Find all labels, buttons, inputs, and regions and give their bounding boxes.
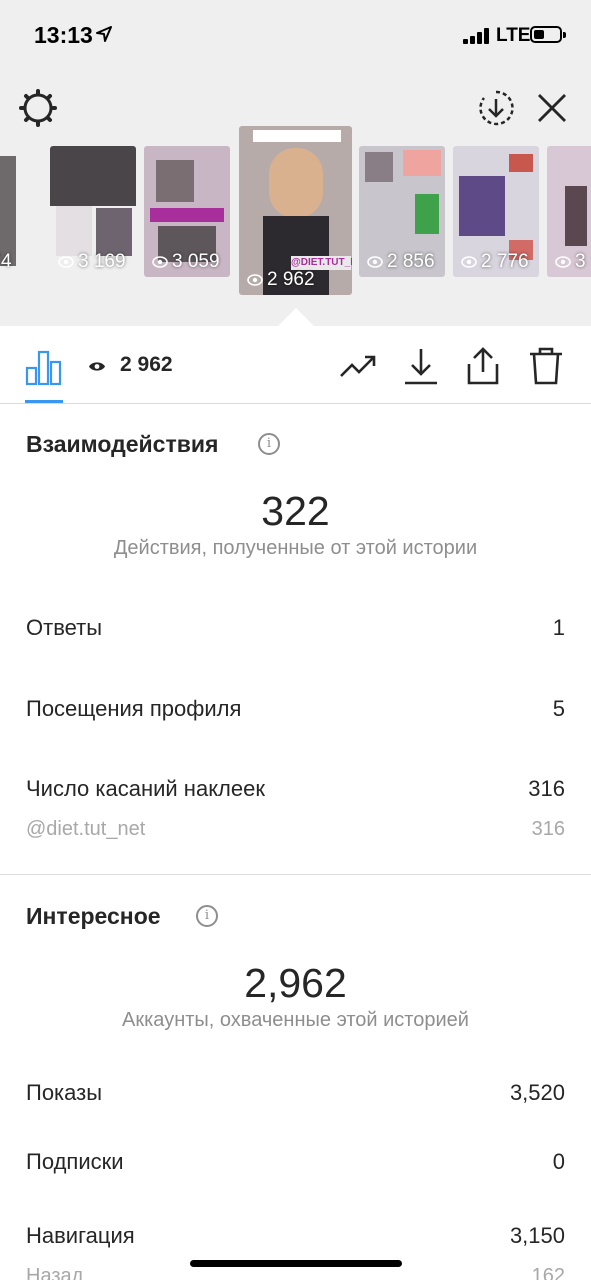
home-indicator[interactable]	[190, 1260, 402, 1267]
discovery-caption: Аккаунты, охваченные этой историей	[122, 1009, 469, 1031]
thumbnail-views: 2 856	[367, 251, 435, 273]
eye-icon	[555, 256, 571, 268]
story-thumbnail[interactable]: 3	[547, 146, 591, 277]
interactions-title: Взаимодействия	[26, 431, 219, 457]
metric-label: Посещения профиля	[26, 696, 242, 721]
battery-icon	[530, 26, 566, 43]
status-bar: 13:13 LTE	[0, 0, 591, 72]
metric-value: 3,150	[509, 1223, 565, 1248]
discovery-title: Интересное	[26, 903, 161, 929]
interactions-caption: Действия, полученные от этой истории	[113, 537, 478, 559]
story-thumbnail-active[interactable]: @DIET.TUT_NET 2 962	[239, 126, 352, 295]
metric-value: 316	[531, 818, 565, 840]
section-divider	[0, 874, 591, 875]
insights-bars-icon[interactable]	[25, 348, 63, 386]
story-header-area: 13:13 LTE 2 274	[0, 0, 591, 326]
metric-value: 1	[552, 615, 565, 640]
download-icon[interactable]	[402, 346, 440, 386]
metric-value: 316	[528, 776, 565, 801]
metric-value: 5	[552, 696, 565, 721]
story-thumbnails: 2 274 3 169 3 059 @DIET.T	[0, 126, 591, 301]
metric-label: @diet.tut_net	[26, 818, 146, 840]
metric-value: 0	[552, 1149, 565, 1174]
eye-icon	[367, 256, 383, 268]
story-thumbnail[interactable]: 3 169	[50, 146, 136, 277]
eye-icon	[58, 256, 74, 268]
metric-label: Назад	[26, 1265, 84, 1280]
views-count: 2 962	[120, 353, 173, 376]
close-icon[interactable]	[534, 90, 570, 126]
metric-label: Показы	[26, 1080, 103, 1105]
delete-trash-icon[interactable]	[528, 346, 564, 386]
share-icon[interactable]	[465, 346, 501, 386]
interactions-info-icon[interactable]: i	[258, 433, 280, 455]
story-thumbnail[interactable]: 2 274	[0, 146, 42, 277]
thumbnail-views: 2 962	[247, 269, 315, 291]
metric-row-sticker-mention: @diet.tut_net 316	[26, 818, 565, 848]
metric-label: Ответы	[26, 615, 103, 640]
promote-trend-icon[interactable]	[338, 346, 378, 386]
network-label: LTE	[496, 25, 531, 46]
metric-label: Подписки	[26, 1149, 124, 1174]
sticker-mention: @DIET.TUT_NET	[291, 256, 352, 270]
settings-gear-icon[interactable]	[18, 88, 58, 128]
story-thumbnail[interactable]: 2 776	[453, 146, 539, 277]
signal-icon	[463, 28, 491, 44]
metric-row-navigation: Навигация 3,150	[26, 1223, 565, 1253]
thumbnail-views: 3	[555, 251, 586, 273]
interactions-total: 322	[261, 488, 330, 534]
metric-value: 3,520	[509, 1080, 565, 1105]
metric-row-profile-visits: Посещения профиля 5	[26, 696, 565, 726]
metric-value: 162	[531, 1265, 565, 1280]
eye-icon	[247, 274, 263, 286]
eye-icon	[461, 256, 477, 268]
story-thumbnail[interactable]: 3 059	[144, 146, 230, 277]
story-thumbnail[interactable]: 2 856	[359, 146, 445, 277]
active-tab-indicator	[25, 400, 63, 403]
metric-row-impressions: Показы 3,520	[26, 1080, 565, 1110]
status-time: 13:13	[34, 22, 93, 48]
thumbnail-views: 2 776	[461, 251, 529, 273]
thumbnail-views: 3 169	[58, 251, 126, 273]
metric-label: Навигация	[26, 1223, 135, 1248]
location-arrow-icon	[96, 26, 112, 42]
metric-row-follows: Подписки 0	[26, 1149, 565, 1179]
thumbnail-views: 2 274	[0, 251, 12, 272]
discovery-total: 2,962	[244, 960, 347, 1006]
eye-icon	[89, 362, 105, 371]
thumbnail-views: 3 059	[152, 251, 220, 273]
metric-label: Число касаний наклеек	[26, 776, 265, 801]
eye-icon	[152, 256, 168, 268]
discovery-info-icon[interactable]: i	[196, 905, 218, 927]
active-thumbnail-pointer	[276, 308, 316, 328]
metric-row-back: Назад 162	[26, 1265, 565, 1280]
story-toolbar: 2 962	[0, 326, 591, 404]
metric-row-replies: Ответы 1	[26, 615, 565, 645]
save-to-archive-icon[interactable]	[476, 88, 516, 128]
metric-row-sticker-taps: Число касаний наклеек 316	[26, 776, 565, 806]
